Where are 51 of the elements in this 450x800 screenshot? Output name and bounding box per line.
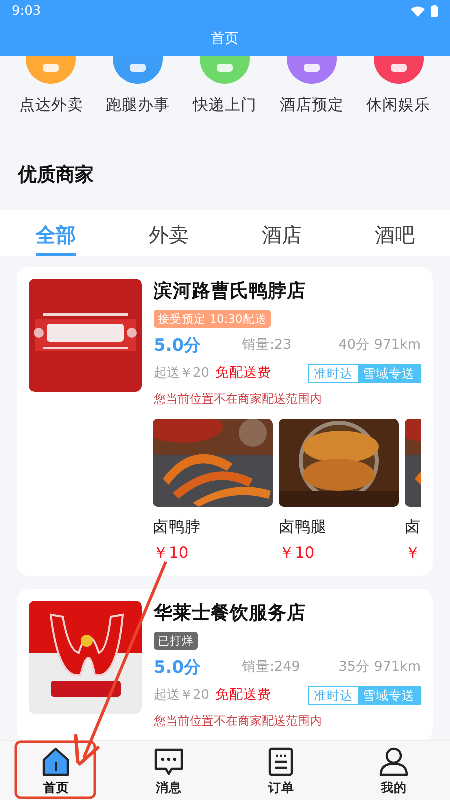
delivery-fee: 免配送费 [216,364,272,382]
nav-tab[interactable]: 消息 [140,741,198,800]
product-price: ￥10 [279,543,315,564]
status-badge: 已打烊 [154,632,198,650]
minimum-order: 起送￥20 [154,365,210,382]
product-name[interactable]: 卤鸭脖 [153,516,201,538]
product-name[interactable]: 卤 [405,516,421,538]
nav-tab[interactable]: 首页 [27,741,86,800]
minimum-order: 起送￥20 [154,687,210,704]
category-label[interactable]: 跑腿办事 [106,95,170,116]
shop-rating: 5.0分 [154,334,202,356]
section-title: 优质商家 [16,163,95,188]
shop-card[interactable]: 华莱士餐饮服务店 已打烊 5.0分 销量:249 35分 971km 起送￥20 免配送费 准时达 雪域专送 您当前位置不在商家配送范围内 [17,589,433,740]
category-icon[interactable] [113,56,164,84]
shop-name[interactable]: 华莱士餐饮服务店 [154,601,306,627]
delivery-range-notice: 您当前位置不在商家配送范围内 [154,713,322,729]
service-tag: 雪域专送 [358,364,420,382]
page-title: 首页 [211,30,239,48]
delivery-time-distance: 35分 971km [338,658,421,676]
delivery-fee: 免配送费 [216,686,272,704]
category-label[interactable]: 快递上门 [192,95,257,116]
filter-tab[interactable]: 酒吧 [375,210,415,256]
status-badge: 接受预定 10:30配送 [154,310,271,328]
shop-card[interactable]: 滨河路曹氏鸭脖店 接受预定 10:30配送 5.0分 销量:23 40分 971km 起送￥20 免配送费 准时达 雪域专送 您当前位置不在商家配送范围内 卤鸭脖 ￥10 卤鸭腿 ￥10 卤 ￥ [17,267,433,576]
filter-tab[interactable]: 外卖 [149,210,189,256]
category-icon[interactable] [286,56,337,84]
product-price: ￥ [405,543,421,564]
filter-tab[interactable]: 酒店 [262,210,302,256]
sales-count: 销量:23 [242,336,293,354]
chat-icon [154,747,184,777]
service-tag: 雪域专送 [358,686,420,704]
delivery-time-distance: 40分 971km [338,336,421,354]
category-icon[interactable] [374,56,424,84]
nav-tab[interactable]: 我的 [364,741,423,800]
sales-count: 销量:249 [242,658,302,676]
wifi-icon [411,6,425,16]
person-icon [378,747,409,777]
product-name[interactable]: 卤鸭腿 [279,516,327,538]
category-icon[interactable] [200,56,250,84]
home-icon [41,747,72,777]
category-label[interactable]: 酒店预定 [280,95,344,116]
category-label[interactable]: 休闲娱乐 [366,95,431,116]
category-icon[interactable] [26,56,76,84]
battery-icon [431,5,438,17]
shop-name[interactable]: 滨河路曹氏鸭脖店 [154,279,306,305]
delivery-range-notice: 您当前位置不在商家配送范围内 [154,391,322,407]
shop-rating: 5.0分 [154,656,202,678]
nav-tab[interactable]: 订单 [252,741,310,800]
status-time: 9:03 [12,4,42,18]
category-label[interactable]: 点达外卖 [19,95,84,116]
product-price: ￥10 [153,543,189,564]
